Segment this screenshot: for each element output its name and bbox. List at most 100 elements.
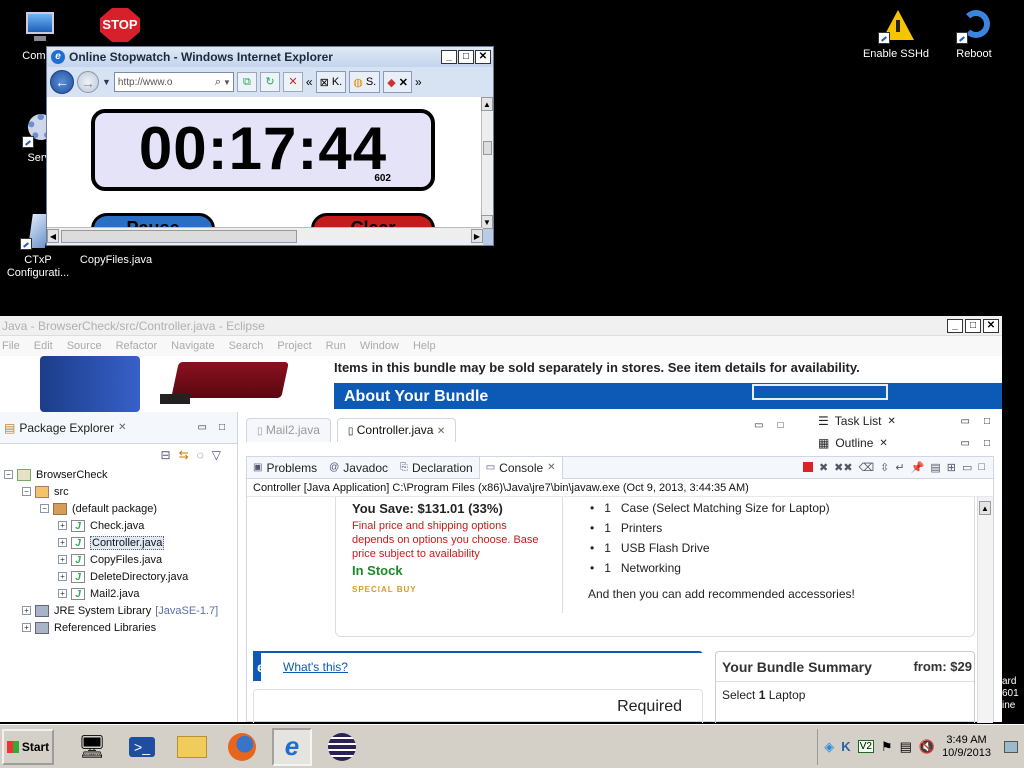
expand-icon[interactable]: + [58, 589, 67, 598]
ie-tab-2[interactable]: ◍ S. [349, 71, 381, 93]
close-icon[interactable]: ✕ [118, 422, 126, 433]
editor-tab-mail2[interactable]: ▯ Mail2.java [246, 418, 331, 442]
maximize-view-icon[interactable]: □ [219, 422, 225, 433]
desktop-icon-reboot[interactable]: Reboot [936, 8, 1012, 61]
refresh-button[interactable]: ↻ [259, 72, 280, 92]
expand-icon[interactable]: + [58, 521, 67, 530]
maximize-view-icon[interactable]: □ [984, 438, 990, 449]
minimize-view-icon[interactable]: ▭ [962, 461, 972, 474]
tree-item[interactable]: + J CopyFiles.java [4, 551, 237, 568]
clear-console-icon[interactable]: ⌫ [859, 461, 875, 474]
focus-icon[interactable]: ◌ [197, 448, 204, 462]
close-button[interactable]: ✕ [475, 50, 491, 64]
forward-button[interactable]: → [77, 71, 99, 93]
tabs-scroll-right-icon[interactable]: » [415, 75, 422, 89]
menu-window[interactable]: Window [360, 340, 399, 352]
close-button[interactable]: ✕ [983, 318, 999, 333]
maximize-view-icon[interactable]: □ [984, 416, 990, 427]
menu-project[interactable]: Project [277, 340, 311, 352]
taskbar-firefox[interactable] [222, 728, 262, 766]
tab-close-icon[interactable]: ✕ [399, 76, 408, 89]
whats-this-link[interactable]: What's this? [283, 660, 348, 674]
scroll-left-icon[interactable]: ◀ [47, 229, 59, 243]
search-icon[interactable]: ⌕ [213, 76, 223, 89]
tree-item[interactable]: − BrowserCheck [4, 466, 237, 483]
minimize-view-icon[interactable]: ▭ [961, 438, 970, 449]
minimize-button[interactable]: _ [947, 318, 963, 333]
expand-icon[interactable]: + [58, 555, 67, 564]
ie-title-bar[interactable]: e Online Stopwatch - Windows Internet Ex… [47, 47, 493, 67]
tabs-scroll-left-icon[interactable]: « [306, 75, 313, 89]
task-list-tab[interactable]: ☰ Task List ✕ ▭ □ [812, 412, 1002, 430]
menu-navigate[interactable]: Navigate [171, 340, 214, 352]
remove-all-icon[interactable]: ✖✖ [834, 461, 852, 474]
scroll-thumb[interactable] [61, 230, 297, 243]
menu-file[interactable]: File [2, 340, 20, 352]
tab-javadoc[interactable]: @ Javadoc [323, 457, 394, 479]
link-with-editor-icon[interactable]: ⇆ [179, 448, 189, 462]
view-menu-icon[interactable]: ▽ [212, 448, 221, 462]
ie-tab-3-active[interactable]: ◆ ✕ [383, 71, 412, 93]
stop-button[interactable]: ✕ [282, 72, 303, 92]
desktop-icon-stop[interactable]: STOP [78, 8, 154, 48]
expand-icon[interactable]: + [58, 572, 67, 581]
ie-vertical-scrollbar[interactable]: ▲ ▼ [481, 97, 493, 229]
eclipse-title-bar[interactable]: Java - BrowserCheck/src/Controller.java … [0, 316, 1002, 336]
address-bar[interactable]: http://www.o ⌕ ▼ [113, 72, 234, 92]
k-app-icon[interactable]: K [841, 739, 850, 754]
tree-item[interactable]: + J Mail2.java [4, 585, 237, 602]
menu-source[interactable]: Source [67, 340, 102, 352]
minimize-view-icon[interactable]: ▭ [754, 420, 763, 431]
network-icon[interactable]: ◈ [824, 739, 834, 755]
address-dropdown-icon[interactable]: ▼ [223, 78, 233, 87]
expand-icon[interactable]: + [58, 538, 67, 547]
ie-horizontal-scrollbar[interactable]: ◀ ▶ [47, 227, 483, 245]
word-wrap-icon[interactable]: ↵ [895, 461, 904, 474]
v2-icon[interactable]: V2 [857, 740, 874, 753]
scroll-thumb[interactable] [483, 141, 492, 155]
taskbar-powershell[interactable]: >_ [122, 728, 162, 766]
minimize-view-icon[interactable]: ▭ [961, 416, 970, 427]
pin-console-icon[interactable]: 📌 [911, 461, 925, 474]
ie-window[interactable]: e Online Stopwatch - Windows Internet Ex… [46, 46, 494, 246]
menu-edit[interactable]: Edit [34, 340, 53, 352]
tree-item[interactable]: + J Controller.java [4, 534, 237, 551]
expand-icon[interactable]: + [22, 606, 31, 615]
minimize-view-icon[interactable]: ▭ [198, 422, 207, 433]
close-icon[interactable]: ✕ [879, 438, 887, 449]
ie-tab-1[interactable]: ⊠ K. [315, 71, 347, 93]
close-icon[interactable]: ✕ [437, 426, 445, 437]
tab-problems[interactable]: ▣ Problems [247, 457, 323, 479]
open-console-icon[interactable]: ⊞ [947, 461, 956, 474]
scroll-up-icon[interactable]: ▲ [481, 97, 493, 111]
tree-item[interactable]: + J DeleteDirectory.java [4, 568, 237, 585]
tree-item[interactable]: + JRE System Library [JavaSE-1.7] [4, 602, 237, 619]
compatibility-view-button[interactable]: ⧉ [236, 72, 257, 92]
maximize-view-icon[interactable]: □ [777, 420, 783, 431]
scroll-lock-icon[interactable]: ⇳ [880, 461, 889, 474]
menu-refactor[interactable]: Refactor [116, 340, 158, 352]
show-desktop-icon[interactable] [1004, 740, 1018, 753]
back-button[interactable]: ← [50, 70, 74, 94]
tree-item[interactable]: + J Check.java [4, 517, 237, 534]
clock[interactable]: 3:49 AM 10/9/2013 [942, 734, 991, 760]
taskbar-server-manager[interactable]: 🖥 [72, 728, 112, 766]
tree-item[interactable]: − (default package) [4, 500, 237, 517]
tab-declaration[interactable]: ⎘ Declaration [394, 457, 479, 479]
console-vertical-scrollbar[interactable]: ▲ [977, 497, 993, 723]
taskbar-eclipse[interactable] [322, 728, 362, 766]
close-icon[interactable]: ✕ [547, 462, 555, 473]
package-explorer-tab[interactable]: ▤ Package Explorer ✕ ▭ □ [0, 412, 237, 444]
tree-item[interactable]: − src [4, 483, 237, 500]
collapse-all-icon[interactable]: ⊟ [161, 448, 171, 462]
maximize-view-icon[interactable]: □ [978, 461, 985, 474]
minimize-button[interactable]: _ [441, 50, 457, 64]
taskbar-explorer[interactable] [172, 728, 212, 766]
maximize-button[interactable]: □ [965, 318, 981, 333]
close-icon[interactable]: ✕ [887, 416, 895, 427]
scroll-right-icon[interactable]: ▶ [471, 229, 483, 243]
terminate-icon[interactable] [802, 462, 813, 472]
volume-muted-icon[interactable]: 🔇 [919, 739, 935, 755]
editor-tab-controller[interactable]: ▯ Controller.java ✕ [336, 418, 457, 442]
collapse-icon[interactable]: − [4, 470, 13, 479]
